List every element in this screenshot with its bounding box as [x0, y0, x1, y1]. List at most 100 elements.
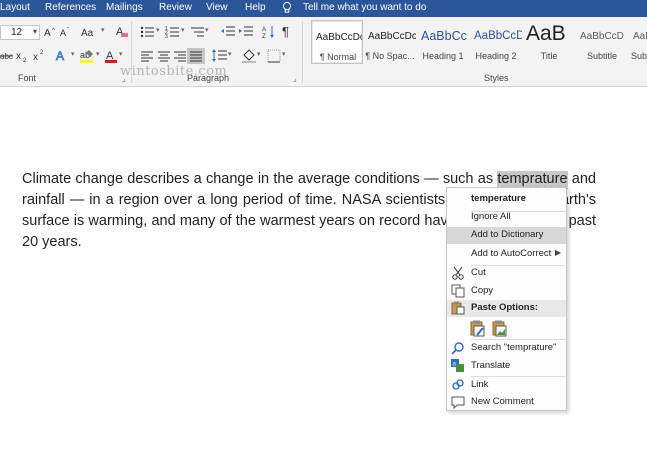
watermark: wintosbite.com [120, 64, 228, 79]
link-item[interactable]: Link [447, 377, 566, 394]
style-sample: AaBbCcDc [316, 32, 363, 43]
paragraph-text-start: Climate change describes a change in the… [22, 171, 498, 187]
style-sample: AaBbCcD [474, 30, 522, 42]
subscript-icon[interactable]: x 2 [16, 49, 30, 63]
tab-view[interactable]: View [206, 2, 228, 13]
styles-group-label: Styles [484, 73, 509, 83]
svg-text:ˇ: ˇ [67, 28, 69, 34]
keep-source-formatting-icon[interactable] [470, 320, 486, 337]
style-subtle-emphasis[interactable]: AaBbCcD Subt [629, 20, 647, 64]
menu-item-label: New Comment [471, 396, 534, 407]
tab-review[interactable]: Review [159, 2, 192, 13]
borders-icon[interactable] [266, 48, 282, 64]
paragraph-dialog-launcher-icon[interactable]: ⌟ [293, 74, 297, 83]
copy-item[interactable]: Copy [447, 283, 566, 300]
chevron-down-icon: ▾ [32, 27, 37, 36]
style-heading-2[interactable]: AaBbCcD Heading 2 [470, 20, 522, 64]
svg-text:A: A [56, 49, 64, 63]
link-icon [452, 379, 464, 390]
text-effects-icon[interactable]: A [55, 48, 71, 64]
change-case-icon[interactable]: Aa [81, 26, 101, 38]
menu-item-label: Search "temprature" [471, 342, 557, 353]
chevron-down-icon: ▾ [181, 27, 185, 34]
chevron-down-icon: ▾ [156, 27, 160, 34]
chevron-down-icon: ▾ [282, 51, 286, 58]
ignore-all-item[interactable]: Ignore All [447, 209, 566, 226]
justify-icon[interactable] [187, 48, 205, 64]
add-to-autocorrect-item[interactable]: Add to AutoCorrect ▶ [447, 246, 566, 263]
strikethrough-icon[interactable]: abc [0, 49, 14, 63]
style-sample: AaBbCc [421, 29, 467, 43]
menu-item-label: Translate [471, 360, 511, 371]
chevron-down-icon: ▾ [228, 51, 232, 58]
menu-item-label: Add to Dictionary [471, 229, 544, 240]
clear-formatting-icon[interactable]: A [115, 24, 129, 40]
style-normal[interactable]: AaBbCcDc ¶ Normal [311, 20, 363, 64]
svg-text:A: A [262, 27, 266, 33]
svg-text:x: x [33, 52, 38, 63]
style-no-spacing[interactable]: AaBbCcDc ¶ No Spac... [364, 20, 416, 64]
sort-icon[interactable]: A Z [262, 25, 276, 39]
align-center-icon[interactable] [157, 50, 171, 62]
comment-icon [451, 396, 465, 409]
shading-icon[interactable] [241, 48, 257, 64]
translate-item[interactable]: a Translate [447, 358, 566, 375]
menu-item-label: Link [471, 379, 489, 390]
line-spacing-icon[interactable] [212, 49, 228, 63]
show-formatting-marks-icon[interactable]: ¶ [282, 24, 294, 39]
menu-item-label: Cut [471, 267, 486, 278]
style-sample: AaBbCcDc [368, 31, 416, 42]
style-name: Title [540, 51, 558, 61]
paste-options-label: Paste Options: [471, 302, 539, 313]
menu-item-label: Copy [471, 285, 494, 296]
grow-font-icon[interactable]: A ^ [44, 26, 58, 38]
style-sample: AaB [526, 22, 566, 45]
align-right-icon[interactable] [173, 50, 187, 62]
superscript-icon[interactable]: x 2 [33, 49, 47, 63]
tab-help[interactable]: Help [245, 2, 266, 13]
decrease-indent-icon[interactable] [220, 25, 236, 39]
shrink-font-icon[interactable]: A ˇ [60, 26, 74, 38]
ribbon: 12 ▾ A ^ A ˇ Aa ▾ A abc x 2 x 2 A ▾ ab ▾… [0, 17, 647, 87]
search-icon [451, 342, 464, 355]
style-name: Subtitle [586, 51, 618, 61]
new-comment-item[interactable]: New Comment [447, 394, 566, 411]
submenu-arrow-icon: ▶ [554, 248, 561, 257]
style-sample: AaBbCcD [580, 31, 624, 42]
suggestion-temperature[interactable]: temperature [447, 191, 566, 208]
style-subtitle[interactable]: AaBbCcD Subtitle [576, 20, 628, 64]
increase-indent-icon[interactable] [238, 25, 254, 39]
highlight-color-icon[interactable]: ab [79, 48, 95, 64]
svg-text:A: A [44, 28, 51, 38]
chevron-down-icon: ▾ [71, 51, 75, 58]
style-name: ¶ Normal [319, 52, 357, 62]
style-name: Subt [631, 51, 647, 61]
align-left-icon[interactable] [140, 50, 154, 62]
search-item[interactable]: Search "temprature" [447, 340, 566, 357]
tab-references[interactable]: References [45, 2, 96, 13]
chevron-down-icon: ▾ [205, 27, 209, 34]
keep-picture-icon[interactable] [492, 320, 508, 337]
tab-layout[interactable]: Layout [0, 2, 30, 13]
style-name: Heading 2 [475, 51, 517, 61]
svg-text:Aa: Aa [81, 28, 94, 38]
font-color-icon[interactable]: A [104, 48, 118, 64]
misspelled-word[interactable]: temprature [497, 171, 568, 187]
svg-text:x: x [16, 51, 21, 62]
add-to-dictionary-item[interactable]: Add to Dictionary [447, 227, 566, 244]
paste-options-header: Paste Options: [447, 300, 566, 317]
menu-item-label: Ignore All [471, 211, 511, 222]
svg-text:^: ^ [52, 28, 55, 34]
cut-item[interactable]: Cut [447, 265, 566, 282]
chevron-down-icon: ▾ [257, 51, 261, 58]
translate-icon: a [451, 359, 464, 372]
svg-text:Z: Z [262, 34, 266, 39]
tab-mailings[interactable]: Mailings [106, 2, 143, 13]
style-heading-1[interactable]: AaBbCc Heading 1 [417, 20, 469, 64]
chevron-down-icon: ▾ [119, 51, 123, 58]
chevron-down-icon: ▾ [101, 27, 105, 34]
font-size-box[interactable]: 12 ▾ [0, 25, 40, 40]
spelling-context-menu: temperature Ignore All Add to Dictionary… [446, 187, 567, 411]
style-title[interactable]: AaB Title [523, 20, 575, 64]
svg-text:abc: abc [0, 52, 13, 61]
